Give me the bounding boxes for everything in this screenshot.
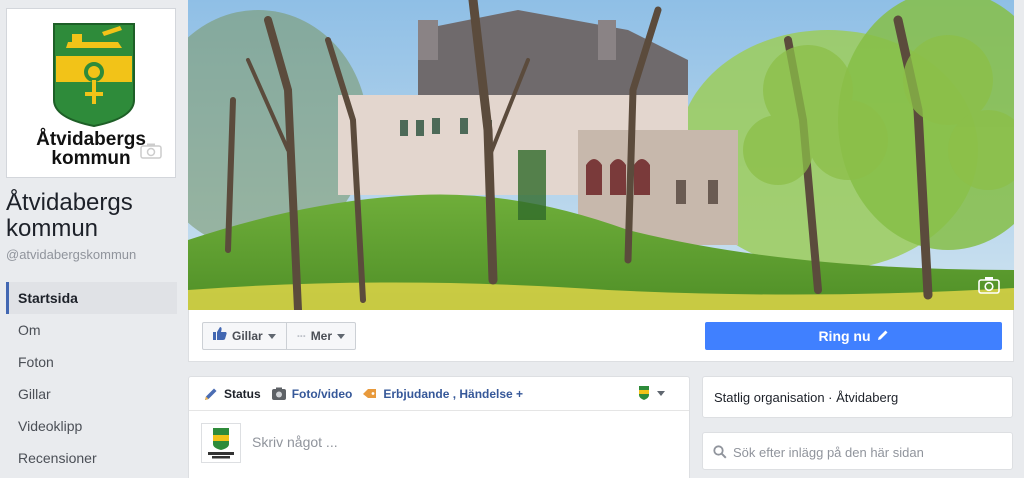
like-label: Gillar <box>232 329 263 343</box>
more-dots-icon: ··· <box>296 329 307 343</box>
camera-icon <box>271 386 287 402</box>
nav-item-recensioner[interactable]: Recensioner <box>6 442 177 474</box>
pencil-icon <box>203 386 219 402</box>
pencil-icon[interactable] <box>877 328 889 344</box>
chevron-down-icon <box>267 333 276 339</box>
nav-item-startsida[interactable]: Startsida <box>6 282 177 314</box>
chevron-down-icon <box>657 390 665 396</box>
nav-item-om[interactable]: Om <box>6 314 177 346</box>
action-bar: Gillar ··· Mer Ring nu <box>188 310 1014 362</box>
nav-item-gillar[interactable]: Gillar <box>6 378 177 410</box>
chevron-down-icon <box>337 333 346 339</box>
page-avatar-icon <box>639 386 649 400</box>
category-card: Statlig organisation · Åtvidaberg <box>702 376 1013 418</box>
nav-item-foton[interactable]: Foton <box>6 346 177 378</box>
more-button[interactable]: ··· Mer <box>285 323 355 349</box>
page-action-buttons: Gillar ··· Mer <box>202 322 357 350</box>
composer-input[interactable]: Skriv något ... <box>252 434 338 450</box>
thumbs-up-icon <box>213 323 227 349</box>
search-icon <box>713 445 727 464</box>
profile-picture[interactable]: Åtvidabergs kommun <box>6 8 176 178</box>
page-search-box <box>702 432 1013 470</box>
page-handle[interactable]: @atvidabergskommun <box>6 247 136 262</box>
tab-status-label: Status <box>224 386 261 401</box>
cover-camera-icon[interactable] <box>978 276 1000 294</box>
left-nav: Startsida Om Foton Gillar Videoklipp Rec… <box>6 282 177 474</box>
like-button[interactable]: Gillar <box>203 323 286 349</box>
tab-offer-event[interactable]: Erbjudande , Händelse + <box>362 386 523 402</box>
tab-offer-event-label: Erbjudande , Händelse + <box>383 386 524 401</box>
page-title: Åtvidabergs kommun <box>6 189 133 242</box>
nav-item-videoklipp[interactable]: Videoklipp <box>6 410 177 442</box>
call-now-label: Ring nu <box>818 328 871 344</box>
composer-tabs: Status Foto/video Erbjudande , Händelse … <box>189 377 689 411</box>
tab-status[interactable]: Status <box>203 386 261 402</box>
cover-image <box>188 0 1014 310</box>
offer-tag-icon <box>362 386 378 402</box>
cover-photo[interactable] <box>188 0 1014 310</box>
tab-photo-video-label: Foto/video <box>291 386 353 401</box>
composer-avatar <box>201 423 241 463</box>
profile-logo: Åtvidabergs kommun <box>10 12 172 174</box>
post-composer: Status Foto/video Erbjudande , Händelse … <box>188 376 690 478</box>
camera-icon[interactable] <box>140 143 162 164</box>
page-search-input[interactable] <box>733 441 1003 463</box>
post-as-selector[interactable] <box>638 385 665 401</box>
call-now-button[interactable]: Ring nu <box>705 322 1002 350</box>
more-label: Mer <box>310 329 333 343</box>
tab-photo-video[interactable]: Foto/video <box>271 386 353 402</box>
